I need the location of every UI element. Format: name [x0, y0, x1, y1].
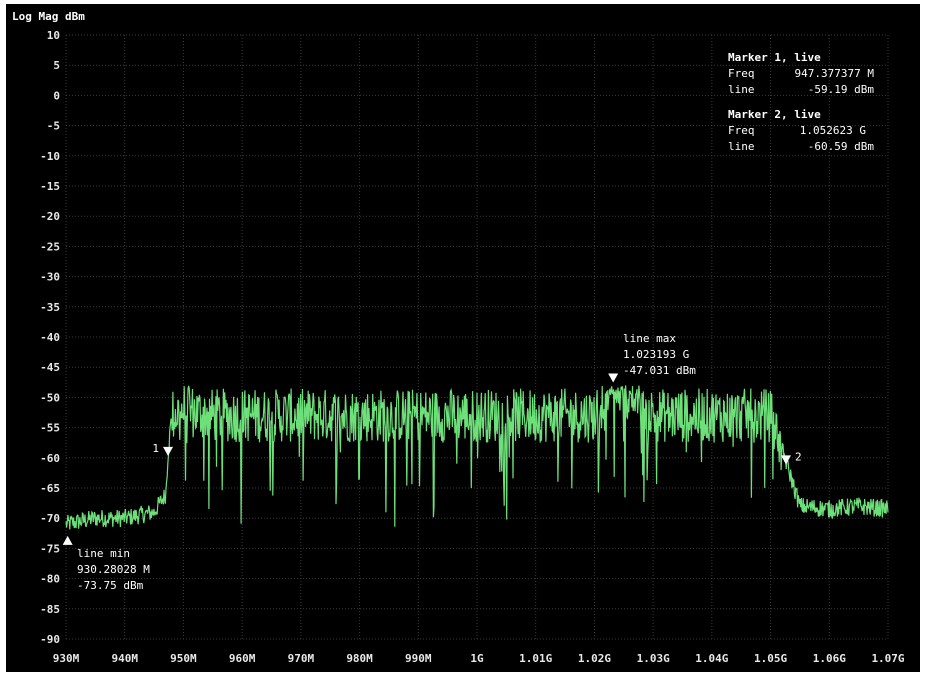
y-tick-label: -10 — [40, 150, 60, 163]
line-max-value: -47.031 dBm — [623, 364, 696, 377]
y-tick-label: -55 — [40, 422, 60, 435]
line-max-title: line max — [623, 332, 676, 345]
marker-triangle — [780, 455, 791, 465]
line-max-freq: 1.023193 G — [623, 348, 689, 361]
x-tick-label: 950M — [170, 652, 197, 665]
y-tick-label: 0 — [53, 89, 60, 102]
marker-1-freq-label: Freq — [728, 67, 755, 80]
x-tick-label: 930M — [53, 652, 80, 665]
marker-2-freq-value: 1.052623 G — [800, 124, 866, 137]
y-tick-label: -20 — [40, 210, 60, 223]
marker-triangle — [62, 535, 73, 545]
y-tick-label: -80 — [40, 573, 60, 586]
x-tick-label: 1.06G — [813, 652, 846, 665]
line-min-value: -73.75 dBm — [77, 579, 144, 592]
chart-title: Log Mag dBm — [12, 10, 85, 23]
y-tick-label: -35 — [40, 301, 60, 314]
y-tick-label: -90 — [40, 633, 60, 646]
marker-readout-2: Marker 2, live Freq 1.052623 G line -60.… — [728, 108, 874, 153]
line-min-freq: 930.28028 M — [77, 563, 150, 576]
x-tick-label: 980M — [346, 652, 373, 665]
marker-1-line-label: line — [728, 83, 755, 96]
marker-2-title: Marker 2, live — [728, 108, 821, 121]
marker-1-title: Marker 1, live — [728, 51, 821, 64]
x-tick-label: 940M — [111, 652, 138, 665]
line-max-annotation: line max 1.023193 G -47.031 dBm — [623, 332, 696, 377]
y-tick-label: -15 — [40, 180, 60, 193]
marker-triangle — [608, 373, 619, 383]
marker-1-freq-value: 947.377377 M — [795, 67, 875, 80]
y-tick-label: -75 — [40, 542, 60, 555]
marker-2-freq-label: Freq — [728, 124, 755, 137]
x-tick-label: 1.02G — [578, 652, 611, 665]
marker-2-line-label: line — [728, 140, 755, 153]
y-tick-label: -65 — [40, 482, 60, 495]
marker-1-line-value: -59.19 dBm — [808, 83, 875, 96]
x-axis-ticks: 930M 940M 950M 960M 970M 980M 990M 1G 1.01G 1.02G… — [53, 652, 905, 665]
x-tick-label: 1.07G — [871, 652, 904, 665]
spectrum-chart: Log Mag dBm 10 5 0 -5 -10 -15 -20 -25 -30 -35 -40 -… — [6, 4, 920, 672]
spectrum-plot-svg: Log Mag dBm 10 5 0 -5 -10 -15 -20 -25 -30 -35 -40 -… — [12, 10, 905, 665]
y-tick-label: -85 — [40, 603, 60, 616]
y-tick-label: -50 — [40, 391, 60, 404]
y-tick-label: 5 — [53, 59, 60, 72]
marker-number-label: 2 — [795, 450, 802, 463]
y-axis-ticks: 10 5 0 -5 -10 -15 -20 -25 -30 -35 -40 -45 -50 -55 -60 -… — [40, 29, 60, 646]
x-tick-label: 970M — [288, 652, 315, 665]
y-tick-label: -25 — [40, 240, 60, 253]
y-tick-label: -5 — [47, 120, 60, 133]
line-min-title: line min — [77, 547, 130, 560]
y-tick-label: -45 — [40, 361, 60, 374]
y-tick-label: 10 — [47, 29, 60, 42]
y-tick-label: -60 — [40, 452, 60, 465]
x-tick-label: 960M — [229, 652, 256, 665]
x-tick-label: 1.05G — [754, 652, 787, 665]
grid — [65, 34, 889, 640]
line-min-annotation: line min 930.28028 M -73.75 dBm — [77, 547, 150, 592]
y-tick-label: -40 — [40, 331, 60, 344]
y-tick-label: -70 — [40, 512, 60, 525]
marker-readout-1: Marker 1, live Freq 947.377377 M line -5… — [728, 51, 874, 96]
y-tick-label: -30 — [40, 271, 60, 284]
marker-triangle — [163, 446, 174, 456]
x-tick-label: 1.03G — [637, 652, 670, 665]
x-tick-label: 1G — [470, 652, 484, 665]
x-tick-label: 1.01G — [519, 652, 552, 665]
x-tick-label: 990M — [405, 652, 432, 665]
marker-number-label: 1 — [152, 442, 159, 455]
x-tick-label: 1.04G — [695, 652, 728, 665]
marker-2-line-value: -60.59 dBm — [808, 140, 875, 153]
